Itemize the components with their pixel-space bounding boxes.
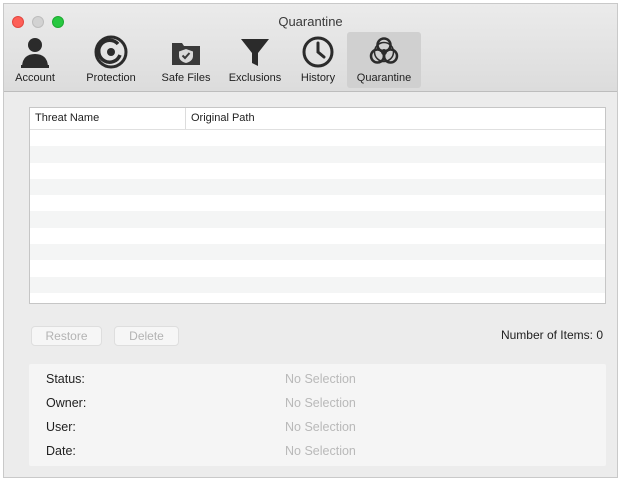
detail-status-value: No Selection: [285, 372, 356, 386]
tab-quarantine-label: Quarantine: [356, 72, 412, 84]
empty-row: [30, 276, 605, 293]
empty-row: [30, 163, 605, 179]
empty-row: [30, 244, 605, 261]
detail-owner: Owner: No Selection: [29, 393, 606, 413]
delete-button[interactable]: Delete: [114, 326, 179, 346]
detail-user-label: User:: [46, 420, 76, 434]
tab-quarantine[interactable]: Quarantine: [347, 32, 421, 88]
tab-protection-label: Protection: [86, 72, 136, 84]
filter-icon: [241, 39, 269, 66]
preferences-window: Quarantine Account Protection Safe Files…: [3, 3, 618, 478]
biohazard-icon: [369, 37, 399, 64]
tab-history[interactable]: History: [294, 32, 342, 88]
tab-safe-files-label: Safe Files: [161, 72, 211, 84]
toolbar: Account Protection Safe Files Exclusions…: [4, 32, 617, 90]
detail-date-value: No Selection: [285, 444, 356, 458]
tab-protection[interactable]: Protection: [68, 32, 154, 88]
empty-row: [30, 130, 605, 146]
detail-status: Status: No Selection: [29, 369, 606, 389]
tab-account-label: Account: [15, 72, 55, 84]
empty-row: [30, 146, 605, 163]
detail-owner-value: No Selection: [285, 396, 356, 410]
table-header: Threat Name Original Path: [30, 108, 605, 130]
tab-exclusions[interactable]: Exclusions: [222, 32, 288, 88]
tab-exclusions-label: Exclusions: [228, 72, 282, 84]
empty-row: [30, 195, 605, 211]
detail-date-label: Date:: [46, 444, 76, 458]
empty-row: [30, 211, 605, 228]
tab-history-label: History: [300, 72, 336, 84]
quarantine-table[interactable]: Threat Name Original Path: [29, 107, 606, 304]
shield-folder-icon: [172, 43, 200, 65]
empty-row: [30, 260, 605, 276]
detail-user: User: No Selection: [29, 417, 606, 437]
person-icon: [21, 38, 49, 68]
detail-owner-label: Owner:: [46, 396, 87, 410]
detail-date: Date: No Selection: [29, 441, 606, 461]
tab-account[interactable]: Account: [10, 32, 60, 88]
detail-user-value: No Selection: [285, 420, 356, 434]
empty-row: [30, 178, 605, 196]
items-count: Number of Items: 0: [501, 328, 603, 342]
empty-row: [30, 228, 605, 244]
clock-icon: [302, 36, 334, 68]
table-body: [30, 130, 605, 303]
restore-button[interactable]: Restore: [31, 326, 102, 346]
window-title: Quarantine: [278, 14, 343, 29]
column-header-threat-name[interactable]: Threat Name: [30, 108, 186, 129]
items-count-label: Number of Items:: [500, 328, 593, 342]
details-panel: Status: No Selection Owner: No Selection…: [29, 364, 606, 466]
column-header-original-path[interactable]: Original Path: [186, 108, 605, 129]
tab-safe-files[interactable]: Safe Files: [156, 32, 216, 88]
detail-status-label: Status:: [46, 372, 85, 386]
title-bar: Quarantine Account Protection Safe Files…: [4, 4, 617, 92]
items-count-value: 0: [596, 328, 603, 342]
protection-icon: [94, 35, 128, 69]
empty-row: [30, 293, 605, 303]
